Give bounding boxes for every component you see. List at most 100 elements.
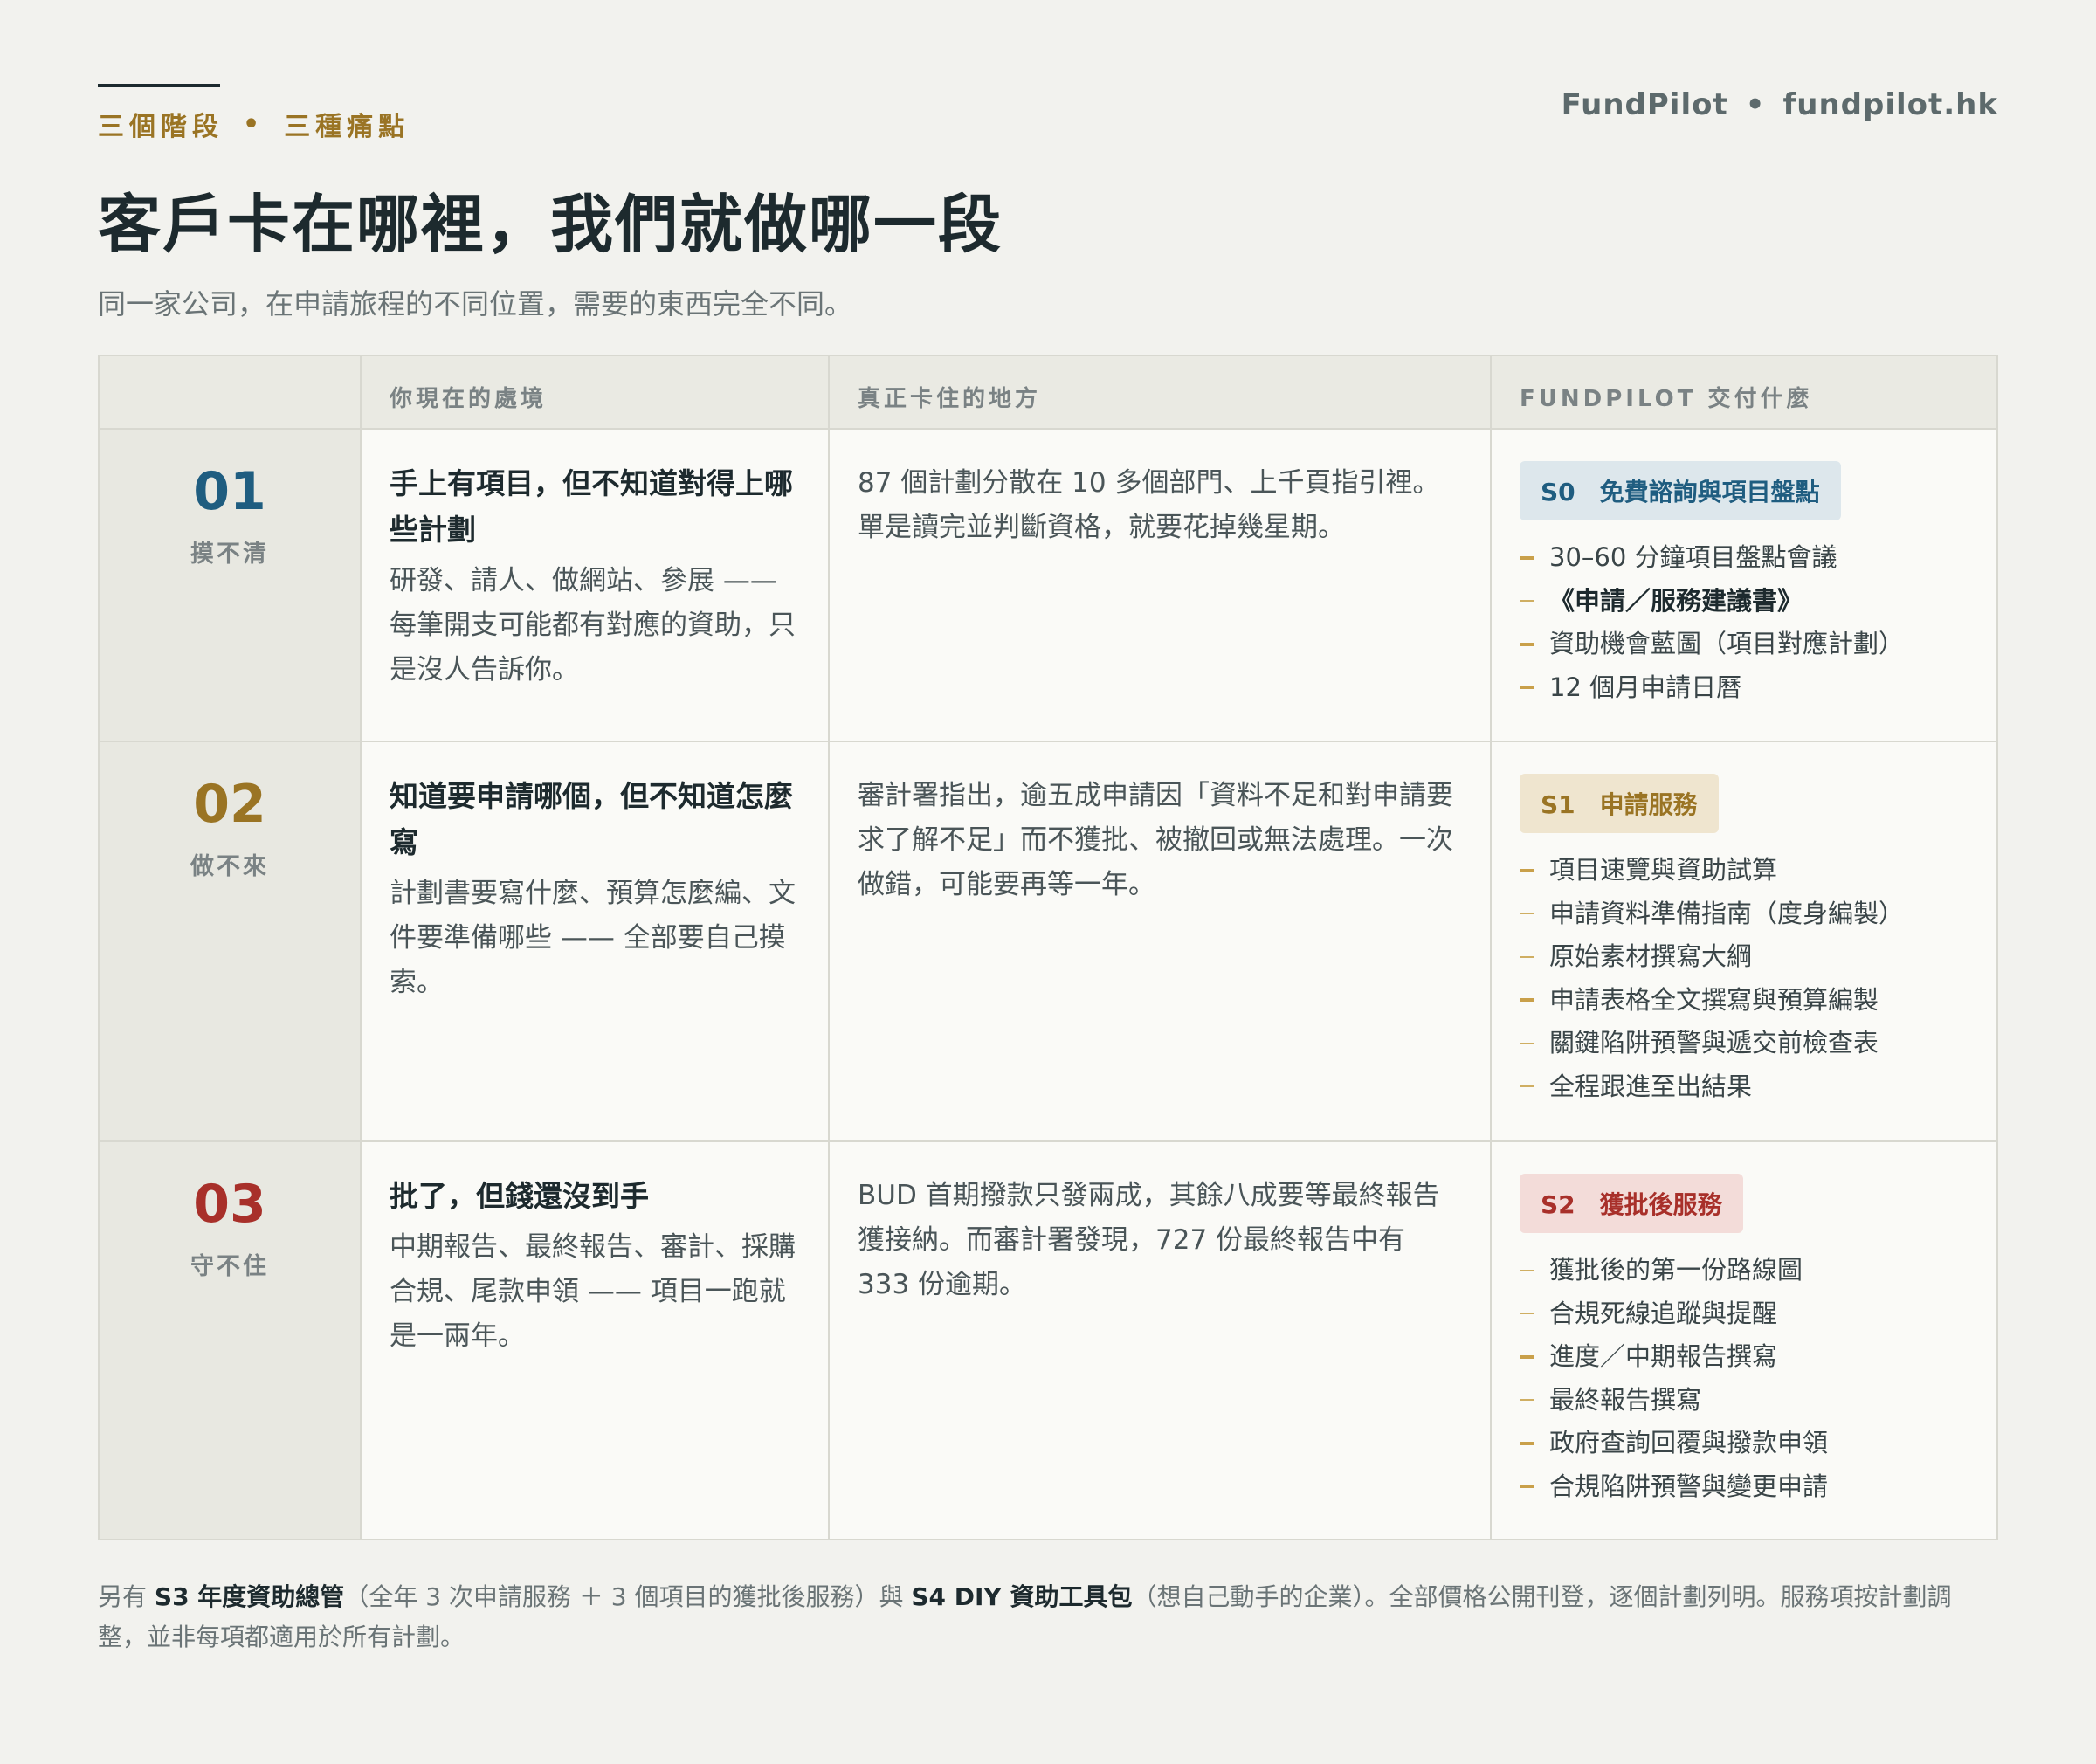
brand-name: FundPilot [1561,87,1728,122]
footnote-s4: S4 DIY 資助工具包 [911,1582,1133,1611]
table-row: 03 守不住 批了，但錢還沒到手 中期報告、最終報告、審計、採購合規、尾款申領 … [100,1142,1996,1539]
deliverable-text: 原始素材撰寫大綱 [1549,941,1753,971]
pain-cell: 87 個計劃分散在 10 多個部門、上千頁指引裡。單是讀完並判斷資格，就要花掉幾… [830,430,1492,741]
situation-cell: 批了，但錢還沒到手 中期報告、最終報告、審計、採購合規、尾款申領 —— 項目一跑… [362,1142,830,1539]
dash-icon [1520,913,1534,915]
deliverables-cell: S0 免費諮詢與項目盤點 30–60 分鐘項目盤點會議 《申請／服務建議書》資助機會… [1492,430,1996,741]
stages-table: 你現在的處境 真正卡住的地方 FUNDPILOT 交付什麼 01 摸不清 手上有… [98,355,1998,1540]
pain-cell: BUD 首期撥款只發兩成，其餘八成要等最終報告獲接納。而審計署發現，727 份最… [830,1142,1492,1539]
pain-text: 審計署指出，逾五成申請因「資料不足和對申請要求了解不足」而不獲批、被撤回或無法處… [858,780,1453,901]
stage-label: 做不來 [190,853,269,880]
deliverable-text: 申請資料準備指南（度身編製） [1549,898,1905,928]
service-name: 獲批後服務 [1599,1190,1722,1219]
kicker-separator: • [243,108,265,140]
deliverable-item: 獲批後的第一份路線圖 [1520,1249,1972,1292]
stage-label: 摸不清 [190,541,269,568]
top-bar: 三個階段 • 三種痛點 FundPilot • fundpilot.hk [98,84,1998,168]
deliverable-item: 政府查詢回覆與撥款申領 [1520,1422,1972,1465]
stage-cell: 03 守不住 [100,1142,362,1539]
situation-title: 知道要申請哪個，但不知道怎麼寫 [390,779,793,859]
kicker-left: 三個階段 [98,112,224,142]
brand: FundPilot • fundpilot.hk [1562,87,1998,122]
brand-url[interactable]: fundpilot.hk [1782,87,1998,122]
deliverable-text: 12 個月申請日曆 [1549,672,1742,702]
deliverable-item: 資助機會藍圖（項目對應計劃） [1520,623,1972,666]
footnote-s3: S3 年度資助總管 [154,1582,345,1611]
service-badge: S1 申請服務 [1520,774,1719,833]
deliverable-text: 申請表格全文撰寫與預算編製 [1549,984,1879,1015]
deliverable-text: 政府查詢回覆與撥款申領 [1549,1428,1829,1457]
dash-icon [1520,1313,1534,1315]
deliverables-list: 獲批後的第一份路線圖合規死線追蹤與提醒進度／中期報告撰寫最終報告撰寫政府查詢回覆… [1520,1249,1972,1508]
service-name: 申請服務 [1599,790,1698,819]
deliverable-text: 《申請／服務建議書》 [1549,585,1803,616]
deliverable-text: 最終報告撰寫 [1549,1384,1702,1415]
table-row: 02 做不來 知道要申請哪個，但不知道怎麼寫 計劃書要寫什麼、預算怎麼編、文件要… [100,742,1996,1142]
deliverables-cell: S2 獲批後服務 獲批後的第一份路線圖合規死線追蹤與提醒進度／中期報告撰寫最終報告… [1492,1142,1996,1539]
page-title: 客戶卡在哪裡，我們就做哪一段 [98,188,1003,261]
deliverable-item: 《申請／服務建議書》 [1520,580,1972,624]
deliverables-cell: S1 申請服務 項目速覽與資助試算申請資料準備指南（度身編製） 原始素材撰寫大綱申請… [1492,742,1996,1140]
service-code: S0 [1541,478,1575,506]
deliverable-item: 原始素材撰寫大綱 [1520,935,1972,979]
dash-icon [1520,1085,1534,1088]
stage-number: 01 [193,461,266,522]
pain-text: BUD 首期撥款只發兩成，其餘八成要等最終報告獲接納。而審計署發現，727 份最… [858,1180,1440,1301]
dash-icon [1520,1269,1534,1271]
deliverable-item: 合規陷阱預警與變更申請 [1520,1465,1972,1509]
situation-body: 中期報告、最終報告、審計、採購合規、尾款申領 —— 項目一跑就是一兩年。 [390,1230,796,1353]
footnote-prefix: 另有 [98,1582,155,1611]
deliverable-text: 項目速覽與資助試算 [1549,855,1778,885]
dash-icon [1520,1485,1534,1489]
column-header: FUNDPILOT 交付什麼 [1520,386,1813,412]
column-header: 你現在的處境 [390,386,548,412]
stage-number: 03 [193,1174,266,1235]
dash-icon [1520,1441,1534,1445]
kicker-rule [98,84,220,87]
stage-cell: 01 摸不清 [100,430,362,741]
service-name: 免費諮詢與項目盤點 [1599,478,1820,506]
deliverable-item: 關鍵陷阱預警與遞交前檢查表 [1520,1022,1972,1065]
deliverables-list: 30–60 分鐘項目盤點會議 《申請／服務建議書》資助機會藍圖（項目對應計劃） 12… [1520,536,1972,709]
deliverable-item: 申請表格全文撰寫與預算編製 [1520,979,1972,1023]
header-cell-blank [100,356,362,428]
situation-title: 手上有項目，但不知道對得上哪些計劃 [390,466,793,547]
deliverable-item: 30–60 分鐘項目盤點會議 [1520,536,1972,580]
header-cell-pain: 真正卡住的地方 [830,356,1492,428]
dash-icon [1520,555,1534,560]
situation-cell: 手上有項目，但不知道對得上哪些計劃 研發、請人、做網站、參展 —— 每筆開支可能… [362,430,830,741]
service-code: S2 [1541,1190,1575,1219]
situation-title: 批了，但錢還沒到手 [390,1179,649,1213]
stage-number: 02 [193,774,266,835]
deliverable-text: 30–60 分鐘項目盤點會議 [1549,542,1837,572]
situation-cell: 知道要申請哪個，但不知道怎麼寫 計劃書要寫什麼、預算怎麼編、文件要準備哪些 ——… [362,742,830,1140]
header-cell-situation: 你現在的處境 [362,356,830,428]
dash-icon [1520,600,1534,603]
stage-cell: 02 做不來 [100,742,362,1140]
dash-icon [1520,642,1534,646]
pain-text: 87 個計劃分散在 10 多個部門、上千頁指引裡。單是讀完並判斷資格，就要花掉幾… [858,467,1440,544]
deliverable-text: 關鍵陷阱預警與遞交前檢查表 [1549,1028,1879,1058]
deliverable-item: 項目速覽與資助試算 [1520,849,1972,892]
deliverable-item: 最終報告撰寫 [1520,1379,1972,1423]
footnote: 另有 S3 年度資助總管（全年 3 次申請服務 ＋ 3 個項目的獲批後服務）與 … [98,1577,1998,1657]
page-subtitle: 同一家公司，在申請旅程的不同位置，需要的東西完全不同。 [98,287,853,321]
table-header-row: 你現在的處境 真正卡住的地方 FUNDPILOT 交付什麼 [100,356,1996,430]
dash-icon [1520,998,1534,1003]
deliverable-text: 全程跟進至出結果 [1549,1071,1753,1101]
dash-icon [1520,868,1534,872]
deliverables-list: 項目速覽與資助試算申請資料準備指南（度身編製） 原始素材撰寫大綱申請表格全文撰寫與… [1520,849,1972,1108]
dash-icon [1520,1399,1534,1402]
deliverable-item: 合規死線追蹤與提醒 [1520,1292,1972,1336]
service-code: S1 [1541,790,1575,819]
deliverable-item: 申請資料準備指南（度身編製） [1520,892,1972,936]
deliverable-text: 合規死線追蹤與提醒 [1549,1298,1778,1328]
pain-cell: 審計署指出，逾五成申請因「資料不足和對申請要求了解不足」而不獲批、被撤回或無法處… [830,742,1492,1140]
table-row: 01 摸不清 手上有項目，但不知道對得上哪些計劃 研發、請人、做網站、參展 ——… [100,430,1996,742]
dash-icon [1520,955,1534,958]
stage-label: 守不住 [190,1253,269,1280]
header-cell-deliverables: FUNDPILOT 交付什麼 [1492,356,1996,428]
deliverable-item: 進度／中期報告撰寫 [1520,1335,1972,1379]
deliverable-text: 合規陷阱預警與變更申請 [1549,1471,1829,1501]
service-badge: S2 獲批後服務 [1520,1174,1743,1233]
